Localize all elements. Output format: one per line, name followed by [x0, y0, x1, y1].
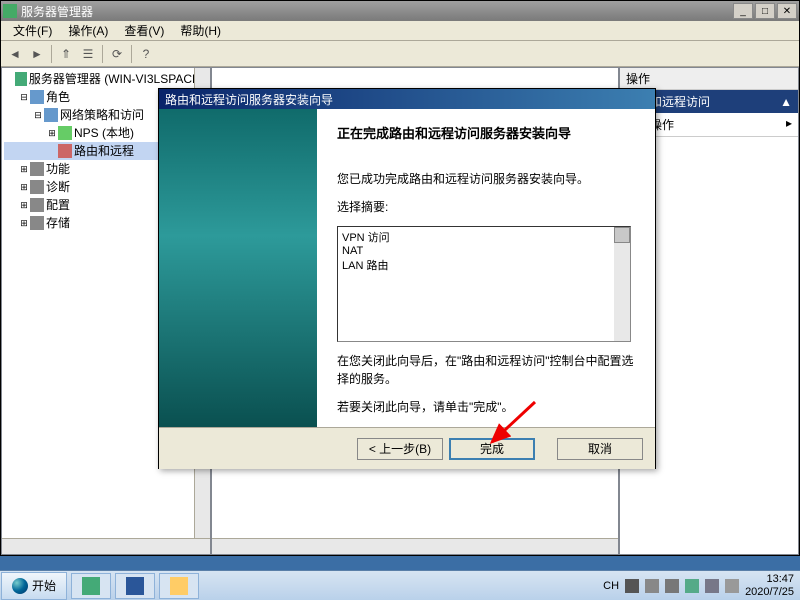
keyboard-icon[interactable]: [625, 579, 639, 593]
clock-date: 2020/7/25: [745, 586, 794, 598]
tree-diag-label: 诊断: [46, 178, 70, 196]
titlebar: 服务器管理器 _ □ ✕: [1, 1, 799, 21]
menubar: 文件(F) 操作(A) 查看(V) 帮助(H): [1, 21, 799, 41]
window-controls: _ □ ✕: [733, 3, 797, 19]
tree-features-label: 功能: [46, 160, 70, 178]
wizard-sidebar-image: [159, 109, 317, 427]
rras-setup-wizard: 路由和远程访问服务器安装向导 正在完成路由和远程访问服务器安装向导 您已成功完成…: [158, 88, 656, 469]
menu-help[interactable]: 帮助(H): [172, 20, 229, 41]
wizard-heading: 正在完成路由和远程访问服务器安装向导: [337, 123, 635, 142]
actions-title: 操作: [620, 68, 798, 90]
tree-roles-label: 角色: [46, 88, 70, 106]
nav-forward-icon[interactable]: ►: [27, 44, 47, 64]
taskbar-explorer[interactable]: [159, 573, 199, 599]
wizard-titlebar: 路由和远程访问服务器安装向导: [159, 89, 655, 109]
up-icon[interactable]: ⇑: [56, 44, 76, 64]
menu-view[interactable]: 查看(V): [116, 20, 172, 41]
menu-file[interactable]: 文件(F): [5, 20, 60, 41]
wizard-body: 正在完成路由和远程访问服务器安装向导 您已成功完成路由和远程访问服务器安装向导。…: [159, 109, 655, 427]
tree-rras-label: 路由和远程: [74, 142, 134, 160]
action-center-icon[interactable]: [645, 579, 659, 593]
window-title: 服务器管理器: [21, 3, 733, 20]
summary-scrollbar[interactable]: [614, 227, 630, 341]
close-button[interactable]: ✕: [777, 3, 797, 19]
volume-icon[interactable]: [705, 579, 719, 593]
tree-root-label: 服务器管理器 (WIN-VI3LSPACDT: [29, 70, 208, 88]
taskbar-powershell[interactable]: [115, 573, 155, 599]
tree-scrollbar-h[interactable]: [2, 538, 210, 554]
folder-icon: [170, 577, 188, 595]
system-tray: CH 13:47 2020/7/25: [597, 573, 800, 597]
wizard-done-text: 您已成功完成路由和远程访问服务器安装向导。: [337, 170, 635, 188]
tree-storage-label: 存储: [46, 214, 70, 232]
separator: [102, 45, 103, 63]
cancel-button[interactable]: 取消: [557, 438, 643, 460]
scroll-thumb[interactable]: [614, 227, 630, 243]
toolbar: ◄ ► ⇑ ☰ ⟳ ?: [1, 41, 799, 67]
app-icon: [3, 4, 17, 18]
taskbar: 开始 CH 13:47 2020/7/25: [0, 570, 800, 600]
maximize-button[interactable]: □: [755, 3, 775, 19]
help-icon[interactable]: ?: [136, 44, 156, 64]
separator: [51, 45, 52, 63]
separator: [131, 45, 132, 63]
summary-listbox[interactable]: VPN 访问 NAT LAN 路由: [337, 226, 631, 342]
wizard-post-text-1: 在您关闭此向导后，在"路由和远程访问"控制台中配置选择的服务。: [337, 352, 635, 388]
wizard-summary-label: 选择摘要:: [337, 198, 635, 216]
start-button[interactable]: 开始: [1, 572, 67, 600]
tray-icon-1[interactable]: [665, 579, 679, 593]
menu-action[interactable]: 操作(A): [60, 20, 116, 41]
wizard-post-text-2: 若要关闭此向导，请单击"完成"。: [337, 398, 635, 416]
tray-icon-2[interactable]: [725, 579, 739, 593]
chevron-up-icon: ▲: [780, 95, 792, 109]
server-icon: [82, 577, 100, 595]
network-icon[interactable]: [685, 579, 699, 593]
start-orb-icon: [12, 578, 28, 594]
chevron-right-icon: ▸: [786, 116, 792, 133]
summary-item: NAT: [342, 245, 626, 257]
properties-icon[interactable]: ☰: [78, 44, 98, 64]
clock[interactable]: 13:47 2020/7/25: [745, 573, 794, 597]
finish-button[interactable]: 完成: [449, 438, 535, 460]
start-label: 开始: [32, 577, 56, 594]
tree-npas-label: 网络策略和访问: [60, 106, 144, 124]
summary-item: VPN 访问: [342, 229, 626, 245]
ime-indicator[interactable]: CH: [603, 580, 619, 592]
taskbar-server-manager[interactable]: [71, 573, 111, 599]
clock-time: 13:47: [745, 573, 794, 585]
back-button[interactable]: < 上一步(B): [357, 438, 443, 460]
detail-scrollbar-h[interactable]: [212, 538, 618, 554]
tree-nps-label: NPS (本地): [74, 124, 134, 142]
minimize-button[interactable]: _: [733, 3, 753, 19]
powershell-icon: [126, 577, 144, 595]
wizard-button-row: < 上一步(B) 完成 取消: [159, 427, 655, 469]
refresh-icon[interactable]: ⟳: [107, 44, 127, 64]
tree-root[interactable]: 服务器管理器 (WIN-VI3LSPACDT: [4, 70, 208, 88]
wizard-content: 正在完成路由和远程访问服务器安装向导 您已成功完成路由和远程访问服务器安装向导。…: [317, 109, 655, 427]
tree-config-label: 配置: [46, 196, 70, 214]
nav-back-icon[interactable]: ◄: [5, 44, 25, 64]
summary-item: LAN 路由: [342, 257, 626, 273]
